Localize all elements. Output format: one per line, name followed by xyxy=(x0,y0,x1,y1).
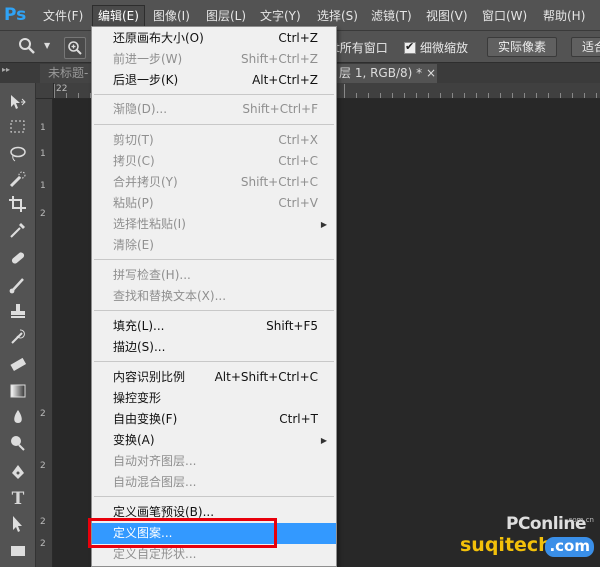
menu-layer[interactable]: 图层(L) xyxy=(201,6,251,26)
pen-tool-icon[interactable] xyxy=(6,463,30,483)
move-tool-icon[interactable] xyxy=(6,93,30,113)
document-tab-active[interactable]: 层 1, RGB/8) * × xyxy=(337,64,437,83)
scrubby-zoom-checkbox[interactable]: 细微缩放 xyxy=(404,39,468,56)
menu-separator xyxy=(94,361,334,362)
menu-item-fill[interactable]: 填充(L)... Shift+F5 xyxy=(92,316,336,337)
menu-item-copy-merged[interactable]: 合并拷贝(Y) Shift+Ctrl+C xyxy=(92,172,336,193)
watermark-site: suqitech xyxy=(460,534,552,556)
menu-item-cut[interactable]: 剪切(T) Ctrl+X xyxy=(92,130,336,151)
menu-separator xyxy=(94,124,334,125)
menu-item-stroke[interactable]: 描边(S)... xyxy=(92,337,336,358)
menu-item-copy[interactable]: 拷贝(C) Ctrl+C xyxy=(92,151,336,172)
ruler-label: 2 xyxy=(40,517,46,527)
eyedropper-tool-icon[interactable] xyxy=(6,221,30,241)
ruler-corner xyxy=(36,83,54,99)
menu-item-clear[interactable]: 清除(E) xyxy=(92,235,336,256)
document-tab-label: 层 1, RGB/8) * xyxy=(339,66,423,80)
submenu-arrow-icon: ▶ xyxy=(320,220,327,229)
menu-file[interactable]: 文件(F) xyxy=(38,6,88,26)
menu-item-puppet-warp[interactable]: 操控变形 xyxy=(92,388,336,409)
menu-image[interactable]: 图像(I) xyxy=(148,6,195,26)
menu-separator xyxy=(94,94,334,95)
menu-item-auto-align-layers[interactable]: 自动对齐图层... xyxy=(92,451,336,472)
zoom-in-icon[interactable] xyxy=(64,37,86,59)
fit-screen-button[interactable]: 适合 xyxy=(571,37,600,57)
watermark-tld: .com xyxy=(545,537,594,557)
menu-filter[interactable]: 滤镜(T) xyxy=(366,6,417,26)
watermark: PConline com.cn suqitech .com xyxy=(460,510,600,567)
healing-brush-tool-icon[interactable] xyxy=(6,249,30,269)
menu-item-check-spelling[interactable]: 拼写检查(H)... xyxy=(92,265,336,286)
menu-item-content-aware-scale[interactable]: 内容识别比例 Alt+Shift+Ctrl+C xyxy=(92,367,336,388)
ruler-label: 2 xyxy=(40,209,46,219)
menu-separator xyxy=(94,259,334,260)
resize-all-windows-label[interactable]: t所有窗口 xyxy=(335,39,388,56)
annotation-highlight-box xyxy=(88,518,277,548)
menu-separator xyxy=(94,310,334,311)
edit-menu-dropdown: 还原画布大小(O) Ctrl+Z 前进一步(W) Shift+Ctrl+Z 后退一步… xyxy=(91,26,337,567)
ruler-label: 1 xyxy=(40,149,46,159)
quick-selection-tool-icon[interactable] xyxy=(6,171,30,191)
menu-item-free-transform[interactable]: 自由变换(F) Ctrl+T xyxy=(92,409,336,430)
marquee-tool-icon[interactable] xyxy=(6,119,30,139)
actual-pixels-button[interactable]: 实际像素 xyxy=(487,37,558,57)
submenu-arrow-icon: ▶ xyxy=(320,436,327,445)
toolbox-collapse-icon[interactable]: ▸▸ xyxy=(2,65,10,74)
ruler-label: 2 xyxy=(40,461,46,471)
eraser-tool-icon[interactable] xyxy=(6,355,30,375)
checkbox-checked-icon[interactable] xyxy=(404,40,416,54)
menu-item-paste-special[interactable]: 选择性粘贴(I) ▶ xyxy=(92,214,336,235)
chevron-down-icon[interactable]: ▼ xyxy=(44,41,50,61)
gradient-tool-icon[interactable] xyxy=(6,382,30,402)
zoom-icon[interactable] xyxy=(18,37,36,57)
blur-tool-icon[interactable] xyxy=(6,408,30,428)
menu-view[interactable]: 视图(V) xyxy=(421,6,473,26)
menu-item-paste[interactable]: 粘贴(P) Ctrl+V xyxy=(92,193,336,214)
photoshop-logo[interactable]: Ps xyxy=(4,4,30,26)
ruler-label: 1 xyxy=(40,181,46,191)
dodge-tool-icon[interactable] xyxy=(6,434,30,454)
menu-item-find-replace[interactable]: 查找和替换文本(X)... xyxy=(92,286,336,307)
menu-item-step-backward[interactable]: 后退一步(K) Alt+Ctrl+Z xyxy=(92,70,336,91)
menu-item-auto-blend-layers[interactable]: 自动混合图层... xyxy=(92,472,336,493)
menu-item-transform[interactable]: 变换(A) ▶ xyxy=(92,430,336,451)
menu-item-undo-canvas-size[interactable]: 还原画布大小(O) Ctrl+Z xyxy=(92,28,336,49)
close-icon[interactable]: × xyxy=(426,66,436,80)
menu-window[interactable]: 窗口(W) xyxy=(477,6,532,26)
clone-stamp-tool-icon[interactable] xyxy=(6,302,30,322)
rectangle-tool-icon[interactable] xyxy=(6,542,30,562)
menu-item-step-forward[interactable]: 前进一步(W) Shift+Ctrl+Z xyxy=(92,49,336,70)
ruler-vertical: 1 1 1 2 2 2 2 2 xyxy=(36,99,53,567)
menu-separator xyxy=(94,496,334,497)
toolbox: T xyxy=(0,83,36,567)
path-selection-tool-icon[interactable] xyxy=(6,515,30,535)
menu-select[interactable]: 选择(S) xyxy=(312,6,363,26)
crop-tool-icon[interactable] xyxy=(6,195,30,215)
menu-help[interactable]: 帮助(H) xyxy=(538,6,590,26)
brush-tool-icon[interactable] xyxy=(6,276,30,296)
ruler-label: 2 xyxy=(40,539,46,549)
ruler-label: 2 xyxy=(40,409,46,419)
watermark-brand-domain: com.cn xyxy=(568,516,594,524)
history-brush-tool-icon[interactable] xyxy=(6,328,30,348)
scrubby-zoom-label: 细微缩放 xyxy=(420,41,469,55)
ruler-label: 1 xyxy=(40,123,46,133)
type-tool-icon[interactable]: T xyxy=(6,489,30,509)
menu-type[interactable]: 文字(Y) xyxy=(255,6,306,26)
menu-item-fade[interactable]: 渐隐(D)... Shift+Ctrl+F xyxy=(92,99,336,120)
lasso-tool-icon[interactable] xyxy=(6,145,30,165)
